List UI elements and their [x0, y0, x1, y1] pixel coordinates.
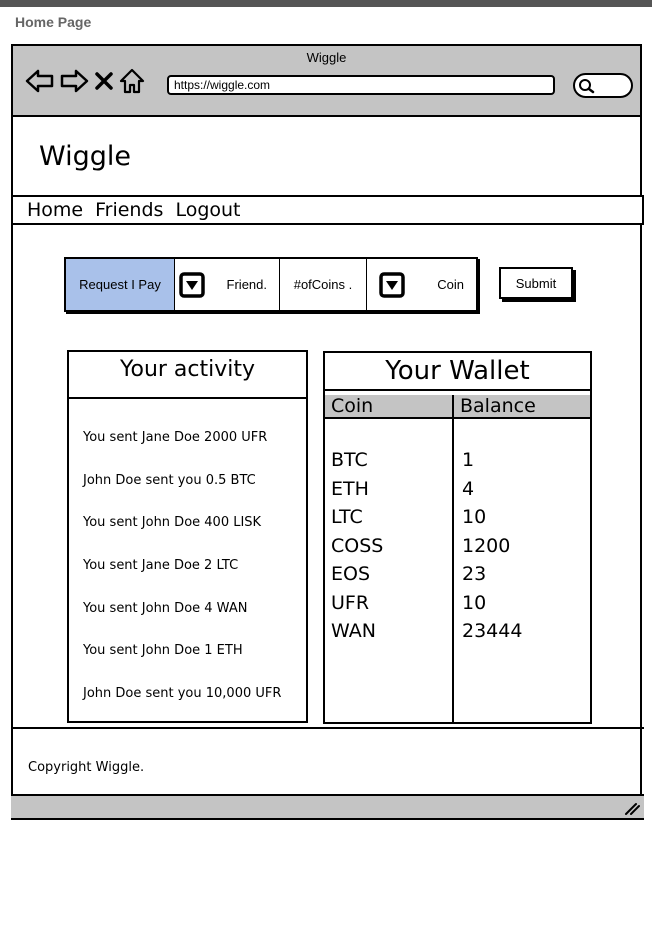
- menu-item-logout[interactable]: Logout: [171, 199, 248, 221]
- balance-cell: 10: [462, 506, 487, 528]
- menu-item-home[interactable]: Home: [13, 199, 91, 221]
- activity-item: You sent John Doe 400 LISK: [83, 515, 262, 531]
- main-menu: Home Friends Logout: [11, 195, 644, 225]
- activity-item: John Doe sent you 0.5 BTC: [83, 472, 256, 488]
- dropdown-arrow-icon: [379, 271, 405, 298]
- window-title: Wiggle: [306, 50, 347, 65]
- wallet-table-body: BTC 1 ETH 4 LTC 10 COSS 1200 EOS 23 UFR 10 WAN…: [325, 449, 590, 649]
- top-strip: [0, 0, 652, 7]
- browser-titlebar: Wiggle https://wiggle.com: [13, 46, 640, 117]
- nav-icons: [25, 66, 145, 96]
- page-label: Home Page: [15, 14, 92, 30]
- balance-cell: 1200: [462, 534, 511, 557]
- activity-item: You sent Jane Doe 2 LTC: [83, 558, 239, 574]
- wallet-panel: Your Wallet Coin Balance BTC 1 ETH 4 LTC 10…: [323, 351, 592, 724]
- friend-dropdown[interactable]: Friend.: [175, 259, 280, 310]
- balance-cell: 4: [462, 477, 475, 500]
- balance-cell: 23: [462, 563, 487, 585]
- close-icon[interactable]: [93, 70, 115, 92]
- table-row: BTC 1: [325, 449, 590, 478]
- coin-dropdown[interactable]: Coin: [367, 259, 476, 310]
- table-row: UFR 10: [325, 592, 590, 621]
- browser-window: Wiggle https://wiggle.com Wiggle Home Fr…: [11, 44, 644, 820]
- wallet-table-header: Coin Balance: [325, 395, 590, 419]
- browser-search-field[interactable]: [573, 73, 633, 98]
- coin-dropdown-label: Coin: [437, 277, 464, 292]
- table-row: ETH 4: [325, 478, 590, 507]
- activity-item: John Doe sent you 10,000 UFR: [83, 686, 282, 702]
- coin-cell: UFR: [331, 591, 370, 614]
- activity-item: You sent Jane Doe 2000 UFR: [83, 430, 268, 445]
- balance-cell: 23444: [462, 620, 523, 642]
- activity-divider: [69, 397, 306, 399]
- resize-handle-icon[interactable]: [624, 801, 640, 815]
- wallet-title: Your Wallet: [325, 353, 590, 391]
- column-header-balance: Balance: [460, 395, 536, 417]
- request-form: Request I Pay Friend. #ofCoins . Coin: [64, 257, 478, 312]
- footer-divider: [11, 727, 644, 729]
- coin-cell: LTC: [331, 506, 363, 528]
- coin-cell: WAN: [331, 620, 376, 642]
- table-row: COSS 1200: [325, 535, 590, 564]
- activity-panel: Your activity You sent Jane Doe 2000 UFR…: [67, 350, 308, 723]
- table-row: WAN 23444: [325, 620, 590, 649]
- activity-list: You sent Jane Doe 2000 UFR John Doe sent…: [83, 430, 281, 729]
- coin-cell: EOS: [331, 563, 371, 585]
- coin-cell: COSS: [331, 534, 384, 557]
- table-row: LTC 10: [325, 506, 590, 535]
- home-icon[interactable]: [119, 68, 145, 94]
- table-row: EOS 23: [325, 563, 590, 592]
- balance-cell: 10: [462, 591, 487, 614]
- status-bar: [11, 794, 644, 820]
- coin-cell: ETH: [331, 477, 369, 500]
- column-header-coin: Coin: [325, 395, 454, 417]
- url-bar[interactable]: https://wiggle.com: [167, 75, 555, 95]
- footer-copyright: Copyright Wiggle.: [28, 760, 145, 775]
- coin-amount-input[interactable]: #ofCoins .: [280, 259, 367, 310]
- app-title: Wiggle: [39, 141, 131, 172]
- submit-button[interactable]: Submit: [499, 267, 573, 299]
- search-icon: [579, 79, 595, 94]
- activity-item: You sent John Doe 4 WAN: [83, 600, 248, 616]
- dropdown-arrow-icon: [179, 271, 205, 298]
- balance-cell: 1: [462, 449, 475, 471]
- friend-dropdown-label: Friend.: [226, 277, 267, 292]
- menu-item-friends[interactable]: Friends: [91, 199, 171, 221]
- coin-cell: BTC: [331, 449, 368, 471]
- forward-arrow-icon[interactable]: [59, 68, 89, 94]
- request-pay-toggle[interactable]: Request I Pay: [66, 259, 175, 310]
- activity-title: Your activity: [119, 357, 256, 382]
- back-arrow-icon[interactable]: [25, 68, 55, 94]
- activity-item: You sent John Doe 1 ETH: [83, 643, 243, 659]
